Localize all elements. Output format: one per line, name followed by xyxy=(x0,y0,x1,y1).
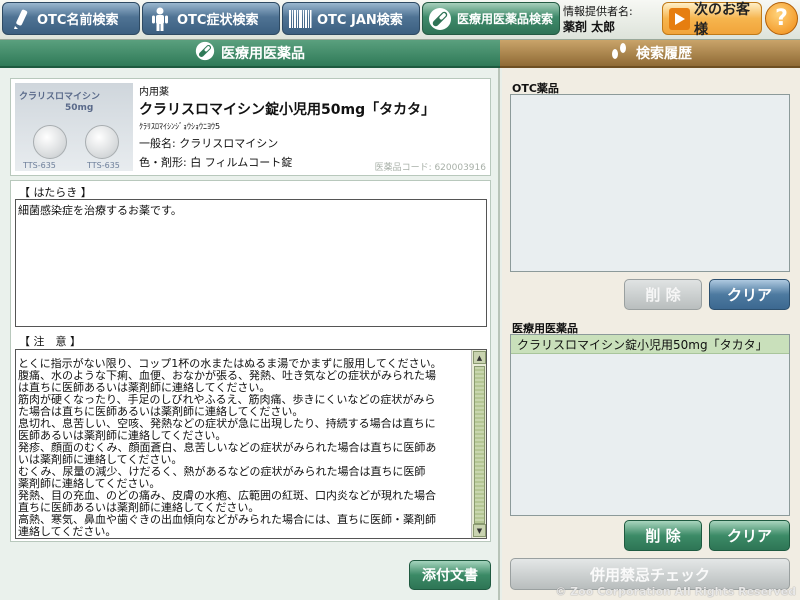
drug-generic-name: 一般名: クラリスロマイシン xyxy=(139,137,279,150)
rx-delete-label: 削 除 xyxy=(645,527,681,545)
capsule-icon xyxy=(195,41,215,65)
otc-symptom-search-label: OTC症状検索 xyxy=(177,13,259,28)
otc-jan-search-label: OTC JAN検索 xyxy=(317,13,403,28)
drug-name: クラリスロマイシン錠小児用50mg「タカタ」 xyxy=(139,102,436,118)
package-insert-label: 添付文書 xyxy=(422,568,478,584)
drug-kana: ｸﾗﾘｽﾛﾏｲｼﾝｼﾞｮｳｼｮｳﾆﾖｳ5 xyxy=(139,122,221,131)
caution-line: は直ちに医師あるいは薬剤師に連絡してください。 xyxy=(18,382,271,394)
rx-detail-pane: クラリスロマイシン 50mg TTS-635 TTS-635 内用薬 クラリスロ… xyxy=(0,68,500,600)
caution-line: 直ちに医師あるいは薬剤師に連絡してください。 xyxy=(18,502,260,514)
otc-history-list[interactable] xyxy=(510,94,790,272)
rx-type: 内用薬 xyxy=(139,87,169,98)
caution-line: 連絡してください。 xyxy=(18,526,117,538)
scroll-down-icon[interactable]: ▼ xyxy=(473,524,486,537)
person-icon xyxy=(147,6,173,32)
caution-line: 薬剤師に連絡してください。 xyxy=(18,478,161,490)
otc-name-search-button[interactable]: OTC名前検索 xyxy=(2,2,140,35)
tablet-mark: TTS-635 xyxy=(87,161,120,170)
caution-line: むくみ、尿量の減少、けだるく、熱があるなどの症状がみられた場合は直ちに医師 xyxy=(18,466,426,478)
help-button[interactable]: ? xyxy=(765,2,798,35)
caution-line: 発熱、目の充血、のどの痛み、皮膚の水疱、広範囲の紅斑、口内炎などが現れた場合 xyxy=(18,490,436,502)
copyright-text: © Zoo Corporation All Rights Reserved xyxy=(555,585,796,598)
caution-line: とくに指示がない限り、コップ1杯の水またはぬるま湯でかまずに服用してください。 xyxy=(18,358,442,370)
provider-label: 情報提供者名: xyxy=(563,5,633,18)
caution-scrollbar[interactable]: ▲ ▼ xyxy=(471,350,486,538)
caution-line: いは薬剤師に連絡してください。 xyxy=(18,454,183,466)
rx-search-button[interactable]: 医療用医薬品検索 xyxy=(422,2,560,35)
rx-clear-button[interactable]: クリア xyxy=(709,520,790,551)
pencil-icon xyxy=(7,6,33,32)
rx-section-title: 医療用医薬品 xyxy=(221,46,305,62)
tablet-image xyxy=(33,125,67,159)
next-customer-label: 次のお客様 xyxy=(694,1,751,38)
caution-line: た場合は直ちに医師あるいは薬剤師に連絡してください。 xyxy=(18,406,304,418)
caution-line: 脈が苦しい、動悸がするなどの症状がみられた場合には、直ちに医師・薬剤師に連絡 xyxy=(18,538,472,539)
tablet-mark: TTS-635 xyxy=(23,161,56,170)
effect-label: 【 はたらき 】 xyxy=(19,186,92,199)
capsule-icon xyxy=(427,6,453,32)
caution-line: 息切れ、息苦しい、空咳、発熱などの症状が急に出現したり、持続する場合は直ちに xyxy=(18,418,436,430)
drug-package-image: クラリスロマイシン 50mg TTS-635 TTS-635 xyxy=(15,83,133,171)
otc-clear-button[interactable]: クリア xyxy=(709,279,790,310)
rx-section-header: 医療用医薬品 xyxy=(0,40,500,68)
tablet-image xyxy=(85,125,119,159)
rx-delete-button[interactable]: 削 除 xyxy=(624,520,702,551)
caution-line: 高熱、寒気、鼻血や歯ぐきの出血傾向などがみられた場合には、直ちに医師・薬剤師 xyxy=(18,514,436,526)
otc-name-search-label: OTC名前検索 xyxy=(37,13,119,28)
footprints-icon xyxy=(608,41,630,65)
rx-search-label: 医療用医薬品検索 xyxy=(457,12,554,26)
scroll-thumb[interactable] xyxy=(474,366,485,524)
scroll-up-icon[interactable]: ▲ xyxy=(473,351,486,364)
caution-text-area[interactable]: とくに指示がない限り、コップ1杯の水またはぬるま湯でかまずに服用してください。腹… xyxy=(15,349,487,539)
caution-line: 医師あるいは薬剤師に連絡してください。 xyxy=(18,430,227,442)
list-item[interactable]: クラリスロマイシン錠小児用50mg「タカタ」 xyxy=(511,335,789,354)
effect-text-area[interactable]: 細菌感染症を治療するお薬です。 xyxy=(15,199,487,327)
next-customer-button[interactable]: 次のお客様 xyxy=(662,2,762,38)
top-toolbar: OTC名前検索 OTC症状検索 OTC JAN検索 医療用医薬品検索 情報提供者… xyxy=(0,0,800,40)
drug-code: 医薬品コード: 620003916 xyxy=(374,163,486,173)
rx-clear-label: クリア xyxy=(726,527,772,545)
drug-detail-box: 【 はたらき 】 細菌感染症を治療するお薬です。 【 注 意 】 とくに指示がな… xyxy=(10,180,491,542)
caution-line: 筋肉が硬くなったり、手足のしびれやふるえ、筋肉痛、歩きにくいなどの症状がみら xyxy=(18,394,436,406)
caution-line: 発疹、顔面のむくみ、顔面蒼白、息苦しいなどの症状がみられた場合は直ちに医師あ xyxy=(18,442,437,454)
question-mark-icon: ? xyxy=(775,6,788,31)
provider-name: 薬剤 太郎 xyxy=(563,20,616,34)
package-label: クラリスロマイシン xyxy=(19,92,101,102)
package-strength: 50mg xyxy=(65,103,94,113)
otc-delete-button[interactable]: 削 除 xyxy=(624,279,702,310)
drug-info: 内用薬 クラリスロマイシン錠小児用50mg「タカタ」 ｸﾗﾘｽﾛﾏｲｼﾝｼﾞｮｳ… xyxy=(139,83,489,170)
caution-label: 【 注 意 】 xyxy=(19,335,81,348)
rx-history-list[interactable]: クラリスロマイシン錠小児用50mg「タカタ」 xyxy=(510,334,790,516)
effect-text: 細菌感染症を治療するお薬です。 xyxy=(18,204,182,217)
history-section-title: 検索履歴 xyxy=(636,46,692,62)
caution-line: 腹痛、水のような下痢、血便、おなかが張る、発熱、吐き気などの症状がみられた場 xyxy=(18,370,436,382)
package-insert-button[interactable]: 添付文書 xyxy=(409,560,491,590)
otc-jan-search-button[interactable]: OTC JAN検索 xyxy=(282,2,420,35)
caution-text: とくに指示がない限り、コップ1杯の水またはぬるま湯でかまずに服用してください。腹… xyxy=(18,358,472,539)
otc-delete-label: 削 除 xyxy=(645,286,681,304)
interaction-check-label: 併用禁忌チェック xyxy=(589,565,710,584)
drug-summary-card: クラリスロマイシン 50mg TTS-635 TTS-635 内用薬 クラリスロ… xyxy=(10,78,491,176)
otc-clear-label: クリア xyxy=(726,286,772,304)
play-arrow-icon xyxy=(669,7,691,30)
otc-symptom-search-button[interactable]: OTC症状検索 xyxy=(142,2,280,35)
search-history-pane: OTC薬品 削 除 クリア 医療用医薬品 クラリスロマイシン錠小児用50mg「タ… xyxy=(502,68,800,600)
history-section-header: 検索履歴 xyxy=(500,40,800,68)
barcode-icon xyxy=(287,6,313,32)
